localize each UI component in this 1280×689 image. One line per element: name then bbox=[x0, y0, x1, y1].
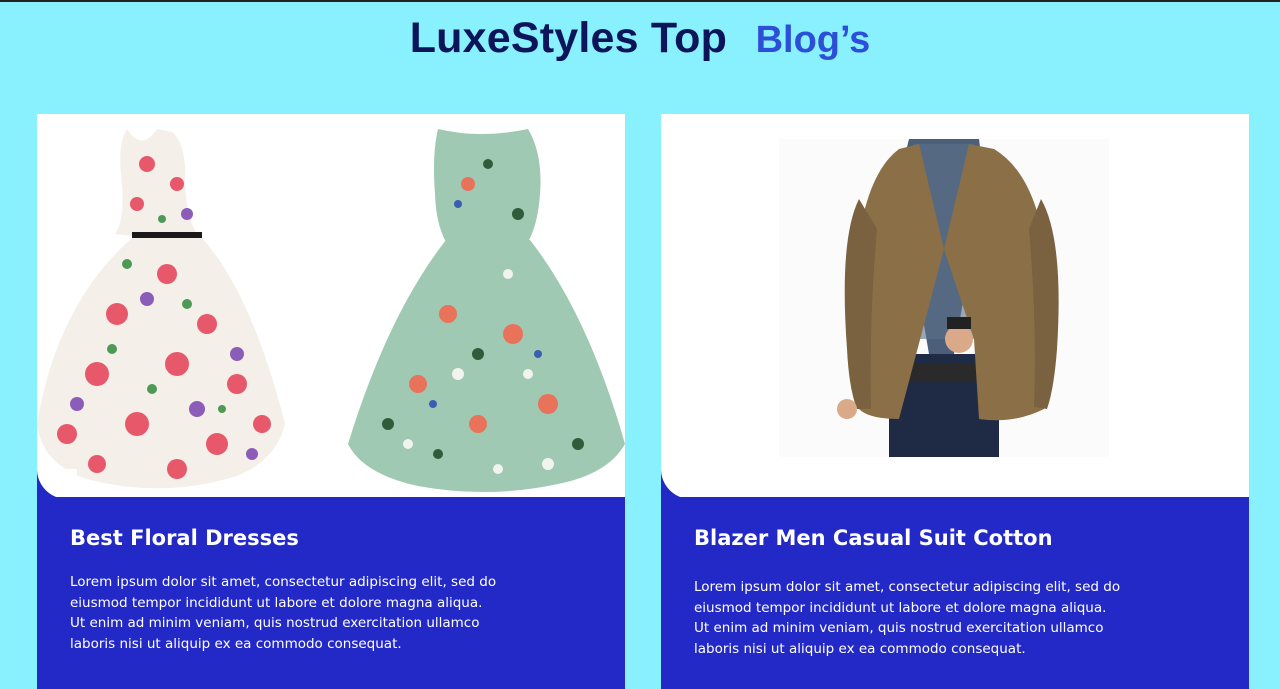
card-description: Lorem ipsum dolor sit amet, consectetur … bbox=[694, 579, 1121, 657]
page-title-accent: Blog’s bbox=[755, 19, 871, 61]
floral-dress-cream-image[interactable] bbox=[37, 124, 287, 499]
card-info-panel: Best Floral Dresses Lorem ipsum dolor si… bbox=[37, 497, 625, 689]
card-divider-curve bbox=[37, 469, 77, 499]
page-header: LuxeStyles Top Blog’s bbox=[0, 14, 1280, 63]
page-title: LuxeStyles Top bbox=[409, 14, 728, 62]
men-blazer-image[interactable] bbox=[779, 139, 1109, 457]
card-description: Lorem ipsum dolor sit amet, consectetur … bbox=[70, 574, 497, 652]
card-info-panel: Blazer Men Casual Suit Cotton Lorem ipsu… bbox=[661, 497, 1249, 689]
blog-card-blazer[interactable]: Blazer Men Casual Suit Cotton Lorem ipsu… bbox=[661, 114, 1249, 689]
card-title[interactable]: Best Floral Dresses bbox=[70, 526, 299, 550]
blog-card-floral-dresses[interactable]: Best Floral Dresses Lorem ipsum dolor si… bbox=[37, 114, 625, 689]
card-title[interactable]: Blazer Men Casual Suit Cotton bbox=[694, 526, 1053, 550]
floral-dress-mint-image[interactable] bbox=[348, 124, 625, 499]
card-divider-curve bbox=[661, 469, 701, 499]
